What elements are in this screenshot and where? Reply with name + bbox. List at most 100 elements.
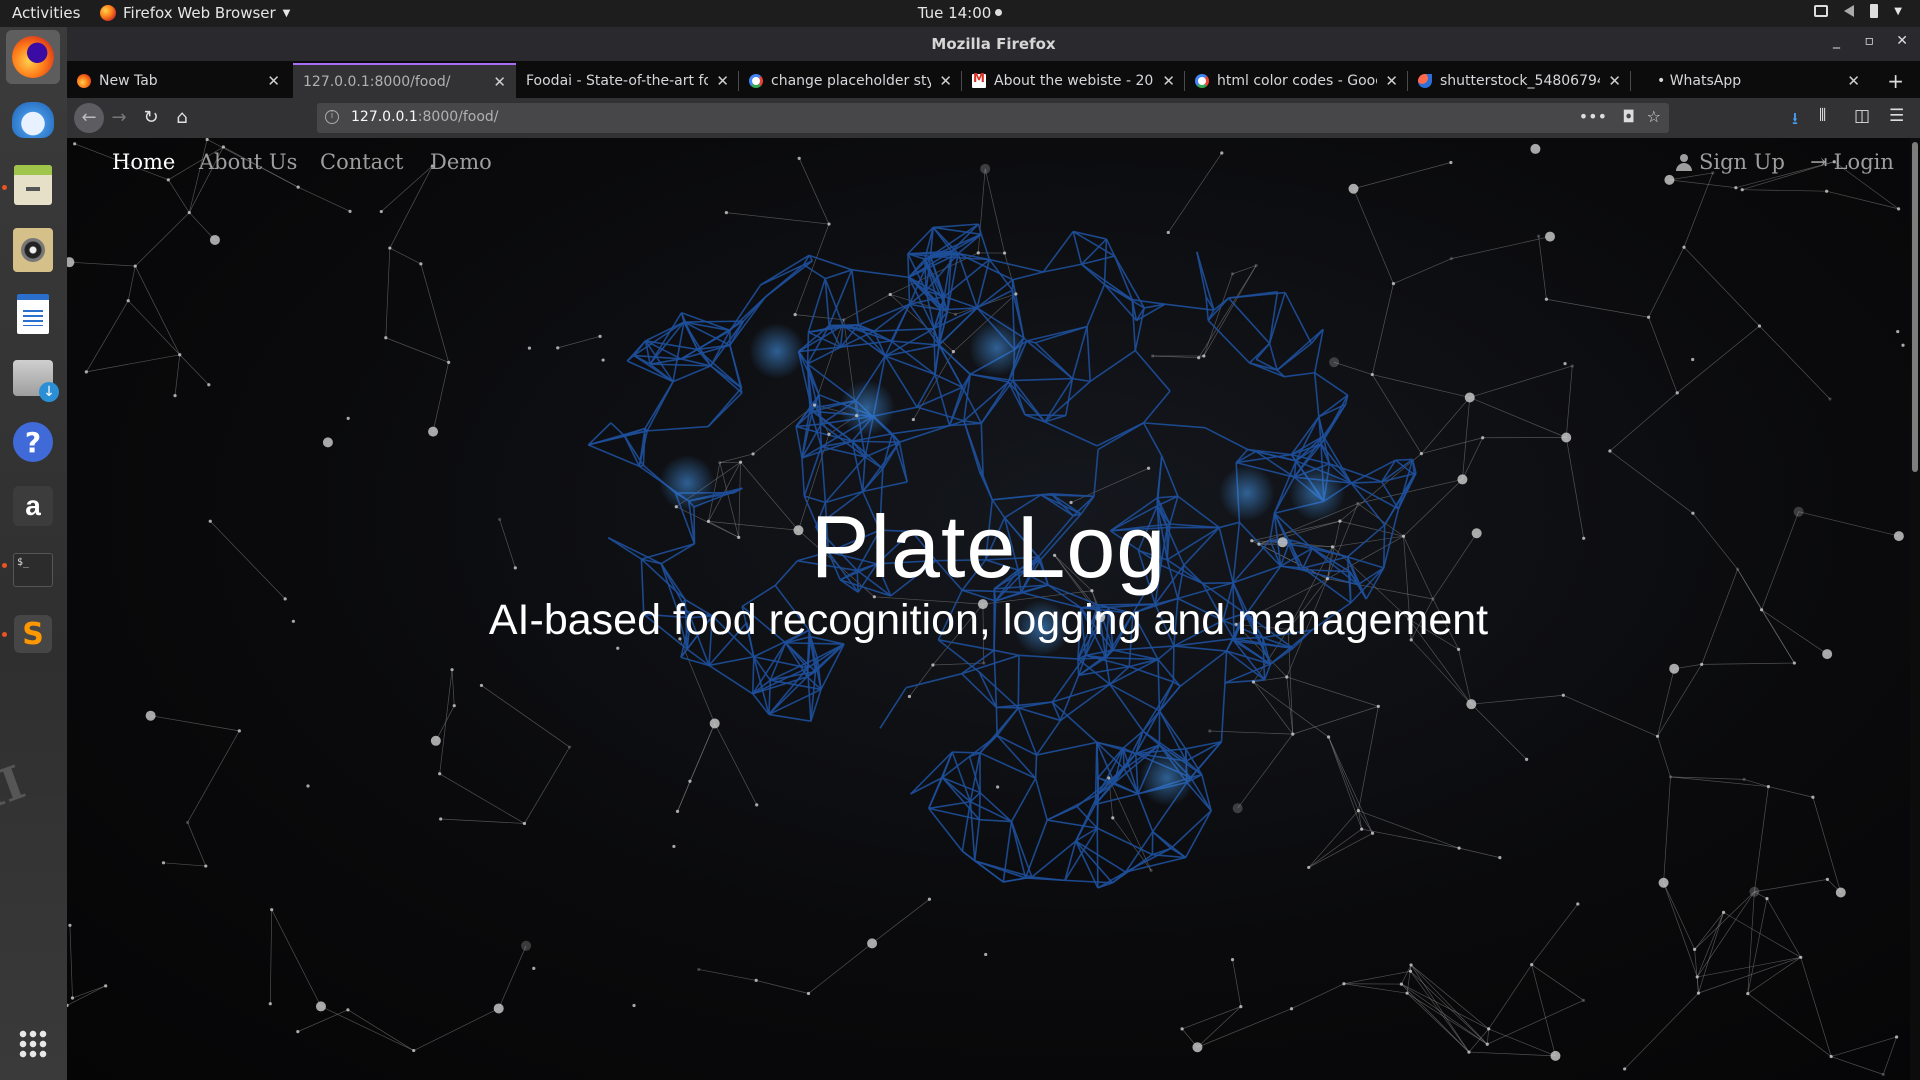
url-text[interactable]: 127.0.0.1:8000/food/ (351, 109, 499, 125)
show-applications-button[interactable] (6, 1017, 60, 1071)
forward-button[interactable]: → (107, 106, 131, 130)
dock-thunderbird[interactable] (6, 93, 60, 147)
url-bar[interactable]: i 127.0.0.1:8000/food/ ••• ◘ ☆ (317, 103, 1669, 133)
volume-icon (1844, 5, 1855, 17)
close-icon[interactable]: ✕ (267, 72, 280, 90)
pocket-icon[interactable]: ◘ (1622, 107, 1635, 126)
close-icon[interactable]: ✕ (1847, 72, 1860, 90)
firefox-icon (12, 36, 54, 78)
maximize-icon[interactable]: ▫ (1865, 33, 1875, 49)
user-icon (1675, 153, 1693, 171)
close-icon[interactable]: ✕ (493, 73, 506, 91)
login-icon: ⇥ (1810, 150, 1828, 174)
minimize-icon[interactable]: _ (1833, 33, 1840, 49)
navigation-toolbar: ← → ↻ ⌂ i 127.0.0.1:8000/food/ ••• ◘ ☆ ⭳… (67, 98, 1920, 138)
thunderbird-icon (12, 102, 54, 138)
dock-terminal[interactable]: $_ (6, 543, 60, 597)
back-button[interactable]: ← (74, 103, 104, 133)
tab[interactable]: html color codes - Googl ✕ (1185, 63, 1408, 98)
firefox-icon (77, 73, 91, 88)
close-icon[interactable]: ✕ (1162, 72, 1175, 90)
close-icon[interactable]: ✕ (716, 72, 729, 90)
firefox-window: Mozilla Firefox _ ▫ ✕ New Tab ✕ 127.0.0.… (67, 27, 1920, 1080)
tab-strip: New Tab ✕ 127.0.0.1:8000/food/ ✕ Foodai … (67, 61, 1920, 98)
downloads-icon[interactable]: ⭳ (1792, 106, 1798, 135)
dock-help[interactable]: ? (6, 415, 60, 469)
shutterstock-icon (1418, 73, 1432, 88)
window-titlebar[interactable]: Mozilla Firefox _ ▫ ✕ (67, 27, 1920, 61)
page-actions-icon[interactable]: ••• (1579, 107, 1607, 126)
clock-label: Tue 14:00 (917, 4, 992, 22)
info-icon[interactable]: i (325, 110, 339, 124)
hero-subtitle: AI-based food recognition, logging and m… (488, 596, 1489, 644)
tab-label: shutterstock_548067946 (1440, 72, 1601, 89)
site-navbar: Home About Us Contact Demo Sign Up ⇥ Log… (67, 138, 1910, 188)
close-icon[interactable]: ✕ (939, 72, 952, 90)
amazon-icon: a (13, 486, 53, 526)
software-center-icon (13, 360, 59, 402)
hero-title: PlateLog (810, 497, 1167, 596)
library-icon[interactable]: ⫴ (1819, 106, 1826, 126)
tab-label: About the webiste - 2016 (994, 72, 1155, 89)
rhythmbox-icon (13, 228, 53, 272)
dock-firefox[interactable] (6, 30, 60, 84)
close-icon[interactable]: ✕ (1385, 72, 1398, 90)
tab-label: 127.0.0.1:8000/food/ (303, 73, 451, 90)
page-scrollbar[interactable] (1910, 138, 1920, 1080)
web-page: Home About Us Contact Demo Sign Up ⇥ Log… (67, 138, 1910, 1080)
close-icon[interactable]: ✕ (1896, 33, 1908, 49)
window-title: Mozilla Firefox (931, 35, 1056, 53)
tab-selected[interactable]: 127.0.0.1:8000/food/ ✕ (293, 63, 516, 98)
tab[interactable]: New Tab ✕ (67, 63, 290, 98)
chevron-down-icon: ▼ (1894, 5, 1902, 17)
login-label: Login (1833, 150, 1894, 174)
gmail-icon (972, 71, 986, 88)
google-icon (1195, 73, 1209, 88)
scrollbar-thumb[interactable] (1912, 142, 1918, 472)
url-path: :8000/food/ (417, 109, 499, 125)
nav-about-link[interactable]: About Us (199, 150, 297, 174)
signup-label: Sign Up (1699, 150, 1785, 174)
new-tab-button[interactable]: + (1887, 69, 1904, 93)
tab-label: change placeholder style (771, 72, 932, 89)
files-icon (14, 165, 52, 205)
tab-separator (1630, 71, 1631, 91)
tab-label: Foodai - State-of-the-art foo (526, 72, 709, 89)
tab[interactable]: • WhatsApp ✕ (1647, 63, 1870, 98)
dock-rhythmbox[interactable] (6, 223, 60, 277)
login-link[interactable]: ⇥ Login (1810, 150, 1894, 174)
help-icon: ? (13, 422, 53, 462)
dock-files[interactable] (6, 158, 60, 212)
bookmark-star-icon[interactable]: ☆ (1647, 107, 1661, 126)
tab[interactable]: About the webiste - 2016 ✕ (962, 63, 1185, 98)
dock-writer[interactable] (6, 287, 60, 341)
nav-demo-link[interactable]: Demo (430, 150, 492, 174)
dock: ? a $_ S XII (0, 27, 67, 1080)
reload-button[interactable]: ↻ (139, 106, 163, 130)
tab-label: • WhatsApp (1657, 72, 1742, 89)
sidebar-icon[interactable]: ◫ (1854, 106, 1870, 126)
gnome-top-bar: Activities Firefox Web Browser ▼ Tue 14:… (0, 0, 1920, 27)
tab[interactable]: shutterstock_548067946 ✕ (1408, 63, 1631, 98)
dock-software[interactable] (6, 351, 60, 405)
signup-link[interactable]: Sign Up (1675, 150, 1785, 174)
google-icon (749, 73, 763, 88)
home-button[interactable]: ⌂ (170, 106, 194, 130)
nav-contact-link[interactable]: Contact (320, 150, 403, 174)
network-icon (1814, 5, 1829, 17)
tab-label: html color codes - Googl (1217, 72, 1378, 89)
system-tray[interactable]: ▼ (1814, 4, 1902, 18)
url-host: 127.0.0.1 (351, 109, 418, 125)
dock-amazon[interactable]: a (6, 479, 60, 533)
notification-dot-icon (995, 9, 1003, 16)
app-grid-icon (18, 1029, 48, 1059)
tab[interactable]: Foodai - State-of-the-art foo ✕ (516, 63, 739, 98)
dock-sublime[interactable]: S (6, 607, 60, 661)
menu-icon[interactable]: ☰ (1889, 106, 1904, 126)
nav-home-link[interactable]: Home (112, 150, 175, 174)
clock[interactable]: Tue 14:00 (0, 4, 1920, 22)
terminal-icon: $_ (13, 553, 53, 587)
tab[interactable]: change placeholder style ✕ (739, 63, 962, 98)
close-icon[interactable]: ✕ (1608, 72, 1621, 90)
sublime-text-icon: S (14, 615, 52, 653)
